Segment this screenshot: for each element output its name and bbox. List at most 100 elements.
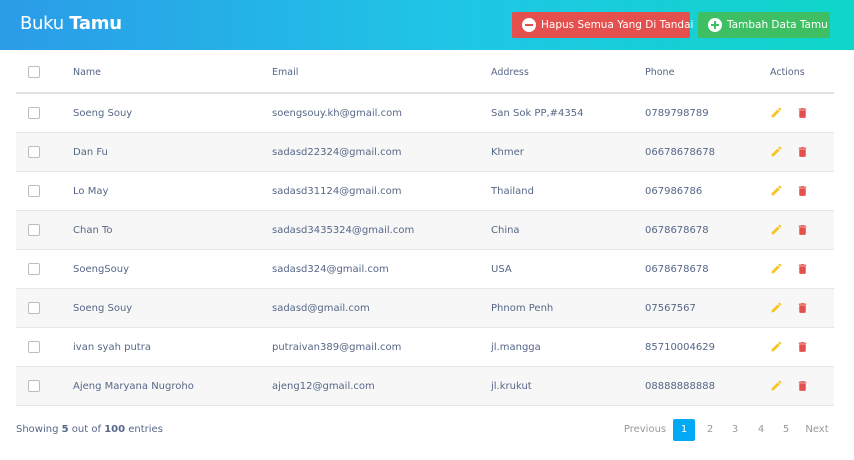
cell-address: Phnom Penh — [491, 302, 554, 314]
pagination: Previous 12345 Next — [620, 419, 834, 441]
row-actions — [770, 172, 808, 210]
edit-pencil-icon[interactable] — [770, 262, 782, 276]
table-body: Soeng Souy soengsouy.kh@gmail.com San Sok … — [16, 94, 834, 406]
plus-circle-icon — [708, 18, 722, 32]
cell-phone: 0678678678 — [645, 263, 709, 275]
edit-pencil-icon[interactable] — [770, 145, 782, 159]
row-select-cell — [28, 328, 40, 366]
column-header-address: Address — [491, 66, 529, 78]
app-header: Buku Tamu Hapus Semua Yang Di Tandai Tam… — [0, 0, 854, 50]
row-actions — [770, 211, 808, 249]
delete-selected-label: Hapus Semua Yang Di Tandai — [541, 19, 694, 31]
delete-trash-icon[interactable] — [796, 301, 808, 315]
row-checkbox[interactable] — [28, 380, 40, 392]
cell-email: sadasd22324@gmail.com — [272, 146, 402, 158]
select-all-cell — [28, 52, 40, 92]
row-select-cell — [28, 211, 40, 249]
table-row: Lo May sadasd31124@gmail.com Thailand 06798… — [16, 172, 834, 211]
row-checkbox[interactable] — [28, 263, 40, 275]
guest-table: Name Email Address Phone Actions Soeng S… — [16, 52, 834, 406]
select-all-checkbox[interactable] — [28, 66, 40, 78]
row-select-cell — [28, 172, 40, 210]
row-checkbox[interactable] — [28, 146, 40, 158]
table-row: Soeng Souy sadasd@gmail.com Phnom Penh 0756… — [16, 289, 834, 328]
delete-trash-icon[interactable] — [796, 145, 808, 159]
cell-address: China — [491, 224, 520, 236]
delete-trash-icon[interactable] — [796, 184, 808, 198]
cell-address: San Sok PP,#4354 — [491, 107, 584, 119]
cell-phone: 0678678678 — [645, 224, 709, 236]
pagination-next[interactable]: Next — [800, 419, 834, 441]
delete-trash-icon[interactable] — [796, 340, 808, 354]
row-checkbox[interactable] — [28, 185, 40, 197]
cell-name: Soeng Souy — [73, 107, 133, 119]
delete-trash-icon[interactable] — [796, 262, 808, 276]
cell-email: soengsouy.kh@gmail.com — [272, 107, 402, 119]
edit-pencil-icon[interactable] — [770, 340, 782, 354]
pagination-previous[interactable]: Previous — [620, 419, 670, 441]
cell-phone: 0789798789 — [645, 107, 709, 119]
cell-name: Soeng Souy — [73, 302, 133, 314]
row-select-cell — [28, 289, 40, 327]
edit-pencil-icon[interactable] — [770, 223, 782, 237]
table-header: Name Email Address Phone Actions — [16, 52, 834, 94]
cell-address: jl.mangga — [491, 341, 541, 353]
row-actions — [770, 94, 808, 132]
cell-phone: 067986786 — [645, 185, 703, 197]
cell-address: Thailand — [491, 185, 534, 197]
row-checkbox[interactable] — [28, 302, 40, 314]
row-checkbox[interactable] — [28, 341, 40, 353]
row-actions — [770, 133, 808, 171]
column-header-actions: Actions — [770, 66, 805, 78]
minus-circle-icon — [522, 18, 536, 32]
summary-suffix: entries — [128, 424, 163, 435]
edit-pencil-icon[interactable] — [770, 379, 782, 393]
row-actions — [770, 289, 808, 327]
row-actions — [770, 250, 808, 288]
pagination-page-2[interactable]: 2 — [700, 419, 720, 441]
delete-trash-icon[interactable] — [796, 379, 808, 393]
column-header-name: Name — [73, 66, 102, 78]
add-guest-label: Tambah Data Tamu — [727, 19, 828, 31]
row-select-cell — [28, 250, 40, 288]
table-row: Dan Fu sadasd22324@gmail.com Khmer 06678678… — [16, 133, 834, 172]
entries-summary: Showing 5 out of 100 entries — [16, 424, 163, 435]
table-row: SoengSouy sadasd324@gmail.com USA 067867867… — [16, 250, 834, 289]
cell-phone: 85710004629 — [645, 341, 715, 353]
pagination-page-5[interactable]: 5 — [776, 419, 796, 441]
row-select-cell — [28, 133, 40, 171]
table-row: Soeng Souy soengsouy.kh@gmail.com San Sok … — [16, 94, 834, 133]
pagination-page-4[interactable]: 4 — [751, 419, 771, 441]
cell-email: sadasd31124@gmail.com — [272, 185, 402, 197]
cell-address: Khmer — [491, 146, 524, 158]
row-checkbox[interactable] — [28, 107, 40, 119]
delete-selected-button[interactable]: Hapus Semua Yang Di Tandai — [512, 12, 694, 38]
title-bold: Tamu — [69, 13, 122, 34]
add-guest-button[interactable]: Tambah Data Tamu — [698, 12, 830, 38]
cell-name: Lo May — [73, 185, 109, 197]
cell-name: Chan To — [73, 224, 113, 236]
cell-name: ivan syah putra — [73, 341, 151, 353]
delete-trash-icon[interactable] — [796, 106, 808, 120]
cell-email: ajeng12@gmail.com — [272, 380, 375, 392]
summary-count: 5 — [61, 424, 69, 435]
summary-mid: out of — [71, 424, 101, 435]
edit-pencil-icon[interactable] — [770, 106, 782, 120]
edit-pencil-icon[interactable] — [770, 301, 782, 315]
column-header-phone: Phone — [645, 66, 675, 78]
pagination-page-1[interactable]: 1 — [673, 419, 695, 441]
cell-phone: 08888888888 — [645, 380, 715, 392]
table-row: Chan To sadasd3435324@gmail.com China 06786… — [16, 211, 834, 250]
pagination-page-3[interactable]: 3 — [725, 419, 745, 441]
row-checkbox[interactable] — [28, 224, 40, 236]
cell-name: SoengSouy — [73, 263, 130, 275]
cell-phone: 07567567 — [645, 302, 696, 314]
edit-pencil-icon[interactable] — [770, 184, 782, 198]
title-light: Buku — [20, 13, 64, 34]
cell-email: putraivan389@gmail.com — [272, 341, 402, 353]
cell-name: Ajeng Maryana Nugroho — [73, 380, 194, 392]
page-title: Buku Tamu — [20, 13, 122, 34]
summary-total: 100 — [104, 424, 126, 435]
delete-trash-icon[interactable] — [796, 223, 808, 237]
cell-email: sadasd3435324@gmail.com — [272, 224, 415, 236]
